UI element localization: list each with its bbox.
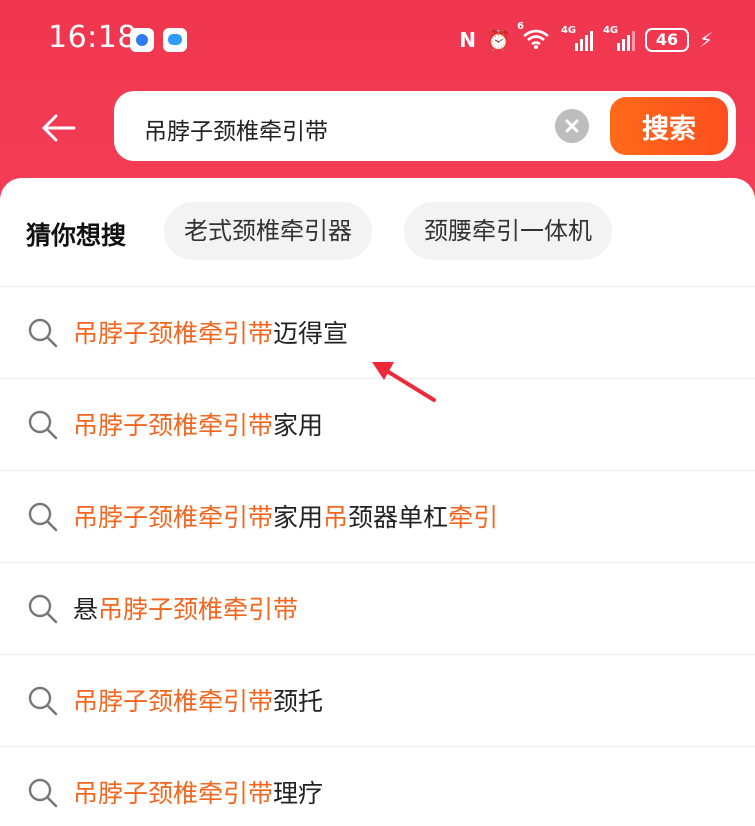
suggestion-segment: 悬 [73, 595, 99, 624]
suggestion-item[interactable]: 吊脖子颈椎牵引带颈托 [0, 654, 755, 745]
back-arrow-icon[interactable] [38, 108, 78, 148]
nfc-icon: N [459, 28, 477, 52]
suggestion-panel: 猜你想搜 老式颈椎牵引器 颈腰牵引一体机 吊脖子颈椎牵引带迈得宣 吊脖子颈椎牵引带… [0, 178, 755, 826]
wifi-icon: 6 [517, 21, 551, 54]
guess-chip[interactable]: 老式颈椎牵引器 [164, 202, 372, 260]
search-input[interactable]: 吊脖子颈椎牵引带 [144, 112, 328, 146]
suggestion-segment: 理疗 [273, 779, 324, 808]
search-icon [26, 408, 60, 442]
suggestion-segment: 迈得宣 [273, 319, 349, 348]
battery-icon: 46 [644, 28, 689, 52]
suggestion-text: 吊脖子颈椎牵引带颈托 [73, 682, 323, 718]
suggestion-item[interactable]: 悬吊脖子颈椎牵引带 [0, 562, 755, 653]
suggestion-segment: 家用 [273, 503, 324, 532]
signal-icon: 4G [603, 25, 635, 51]
clear-icon[interactable] [555, 109, 589, 143]
search-icon [26, 776, 60, 810]
status-bar: 16:18 N ⏰ 6 4G 4G 46 ⚡ [0, 0, 755, 78]
guess-chip[interactable]: 颈腰牵引一体机 [404, 202, 612, 260]
suggestion-item[interactable]: 吊脖子颈椎牵引带理疗 [0, 746, 755, 826]
suggestion-segment: 颈托 [273, 687, 324, 716]
signal-label: 4G [602, 25, 619, 36]
signal-icon: 4G [561, 25, 593, 51]
suggestion-highlight: 吊 [323, 503, 349, 532]
app-notification-icon [130, 28, 154, 52]
annotation-arrow-icon [368, 356, 440, 406]
wifi-label: 6 [516, 20, 524, 32]
suggestion-highlight: 吊脖子颈椎牵引带 [73, 503, 274, 532]
signal-label: 4G [560, 25, 577, 36]
search-icon [26, 316, 60, 350]
suggestion-item[interactable]: 吊脖子颈椎牵引带家用吊颈器单杠牵引 [0, 470, 755, 561]
charging-icon: ⚡ [698, 28, 713, 52]
suggestion-highlight: 牵引 [448, 503, 499, 532]
status-time: 16:18 [48, 20, 137, 55]
search-box[interactable]: 吊脖子颈椎牵引带 搜索 [114, 91, 736, 161]
suggestion-text: 悬吊脖子颈椎牵引带 [73, 590, 298, 626]
suggestion-highlight: 吊脖子颈椎牵引带 [73, 687, 274, 716]
suggestion-text: 吊脖子颈椎牵引带家用吊颈器单杠牵引 [73, 498, 498, 534]
message-notification-icon [163, 28, 187, 52]
guess-title: 猜你想搜 [26, 221, 127, 250]
suggestion-text: 吊脖子颈椎牵引带家用 [73, 406, 323, 442]
search-icon [26, 500, 60, 534]
suggestion-highlight: 吊脖子颈椎牵引带 [73, 779, 274, 808]
system-icons: N ⏰ 6 4G 4G 46 ⚡ [459, 21, 713, 54]
suggestion-highlight: 吊脖子颈椎牵引带 [73, 319, 274, 348]
suggestion-segment: 家用 [273, 411, 324, 440]
suggestion-text: 吊脖子颈椎牵引带迈得宣 [73, 314, 348, 350]
suggestion-segment: 颈器单杠 [348, 503, 449, 532]
search-icon [26, 684, 60, 718]
alarm-icon: ⏰ [486, 28, 511, 52]
search-icon [26, 592, 60, 626]
suggestion-highlight: 吊脖子颈椎牵引带 [98, 595, 299, 624]
suggestion-text: 吊脖子颈椎牵引带理疗 [73, 774, 323, 810]
suggestion-highlight: 吊脖子颈椎牵引带 [73, 411, 274, 440]
search-button[interactable]: 搜索 [610, 97, 728, 155]
